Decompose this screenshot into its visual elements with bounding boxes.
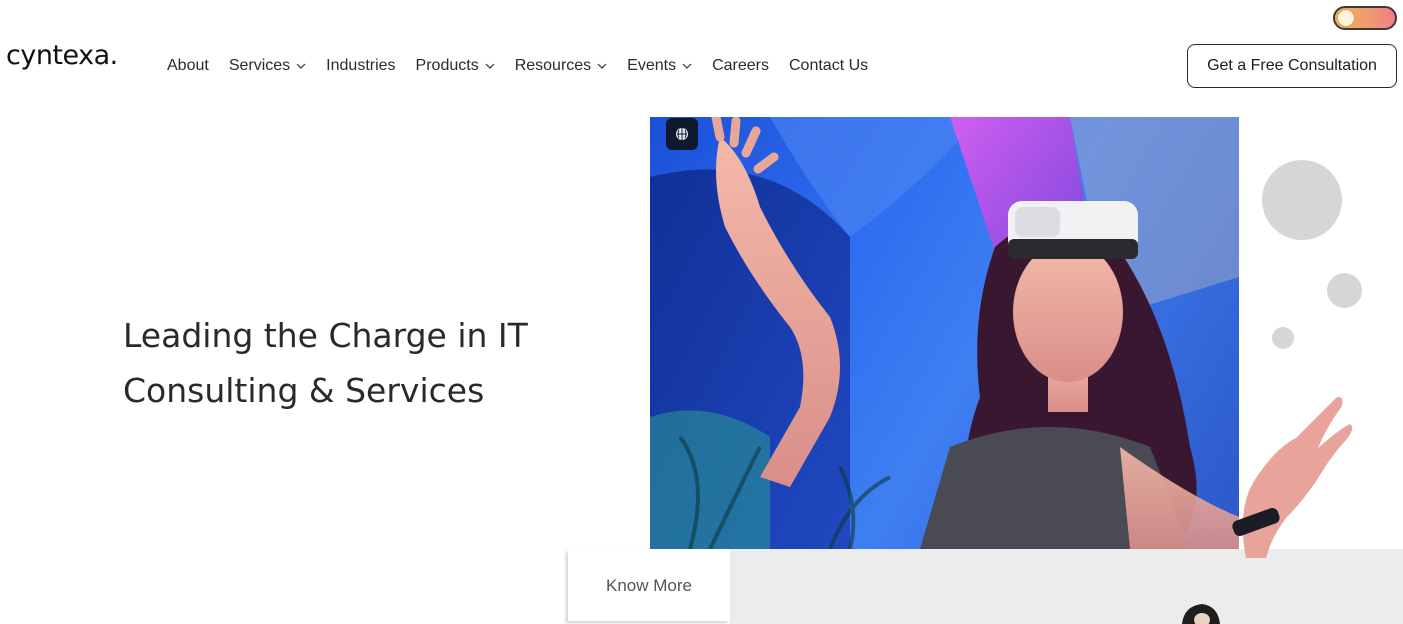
nav-careers[interactable]: Careers bbox=[712, 55, 769, 77]
vr-woman-illustration bbox=[650, 117, 1239, 549]
logo[interactable]: cyntexa. bbox=[6, 40, 118, 71]
chevron-down-icon bbox=[485, 61, 495, 71]
nav-events[interactable]: Events bbox=[627, 55, 692, 77]
nav-contact-label: Contact Us bbox=[789, 57, 869, 74]
main-nav: About Services Industries Products Resou… bbox=[167, 55, 888, 77]
person-peek-illustration bbox=[1182, 604, 1220, 624]
bottom-band bbox=[730, 549, 1403, 624]
chevron-down-icon bbox=[682, 61, 692, 71]
decor-bubble-medium bbox=[1327, 273, 1362, 308]
nav-industries-label: Industries bbox=[326, 57, 396, 74]
brain-icon bbox=[666, 118, 698, 150]
chevron-down-icon bbox=[597, 61, 607, 71]
nav-products-label: Products bbox=[415, 57, 479, 74]
nav-events-label: Events bbox=[627, 57, 677, 74]
nav-contact[interactable]: Contact Us bbox=[789, 55, 868, 77]
hero-title-line1: Leading the Charge in IT bbox=[123, 316, 528, 355]
nav-about-label: About bbox=[167, 57, 209, 74]
out-of-frame-hand-illustration bbox=[1232, 397, 1353, 558]
hero-title: Leading the Charge in IT Consulting & Se… bbox=[123, 308, 583, 418]
hero-image bbox=[650, 117, 1239, 549]
nav-careers-label: Careers bbox=[712, 57, 769, 74]
free-consultation-button[interactable]: Get a Free Consultation bbox=[1187, 44, 1397, 88]
nav-services-label: Services bbox=[228, 57, 291, 74]
theme-toggle[interactable] bbox=[1333, 6, 1397, 30]
nav-services[interactable]: Services bbox=[229, 55, 306, 77]
hero-title-line2: Consulting & Services bbox=[123, 371, 485, 410]
chevron-down-icon bbox=[296, 61, 306, 71]
nav-about[interactable]: About bbox=[167, 55, 209, 77]
nav-products[interactable]: Products bbox=[416, 55, 495, 77]
know-more-button[interactable]: Know More bbox=[568, 550, 730, 621]
nav-resources[interactable]: Resources bbox=[515, 55, 607, 77]
nav-resources-label: Resources bbox=[514, 57, 592, 74]
nav-industries[interactable]: Industries bbox=[326, 55, 395, 77]
decor-bubble-small bbox=[1272, 327, 1294, 349]
toggle-knob bbox=[1338, 10, 1354, 26]
decor-bubble-large bbox=[1262, 160, 1342, 240]
